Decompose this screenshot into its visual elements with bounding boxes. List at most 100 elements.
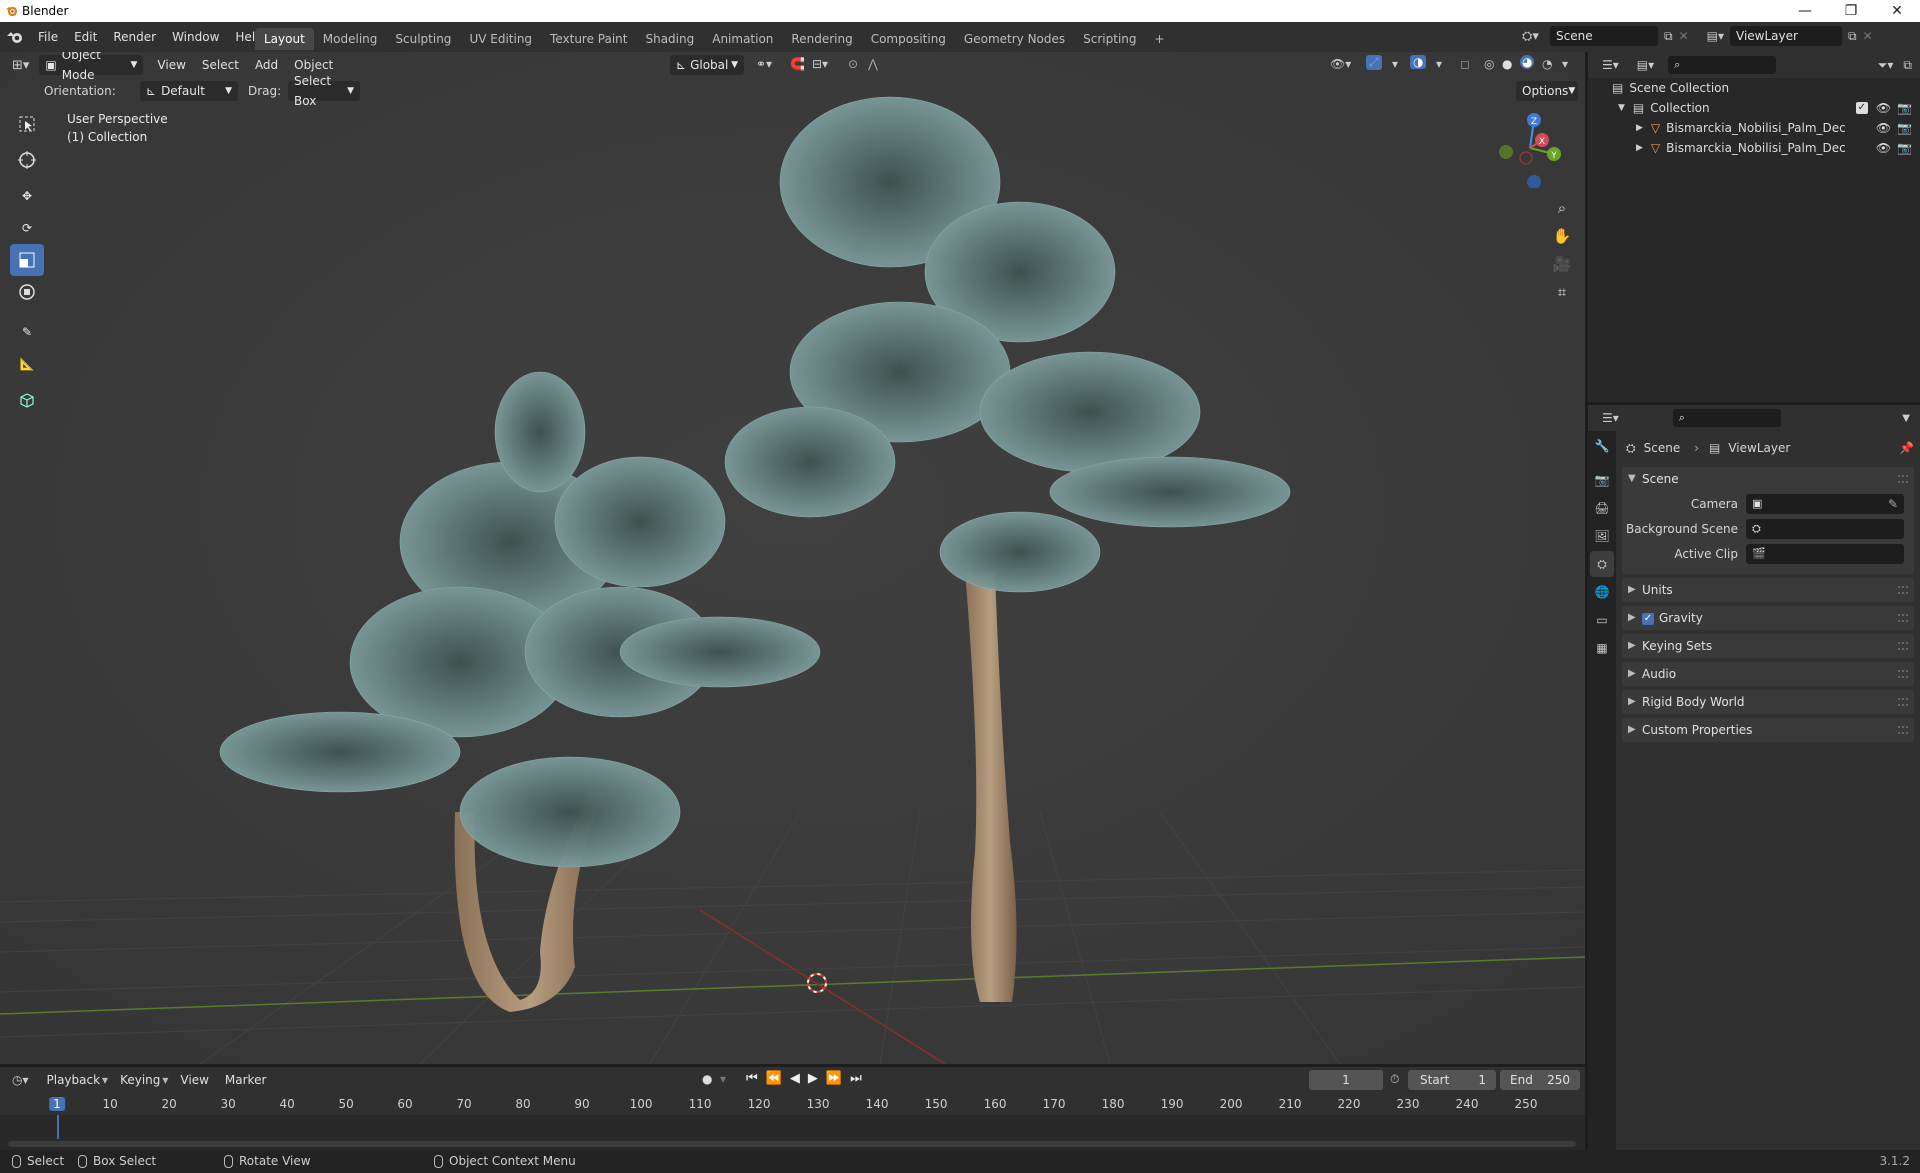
view-layer-tab-icon[interactable]: 🖼 bbox=[1590, 523, 1614, 549]
minimize-button[interactable]: — bbox=[1782, 0, 1828, 22]
visibility-eye-icon[interactable]: 👁 bbox=[1876, 98, 1891, 118]
3d-viewport[interactable]: ⊞▾ ▣ Object Mode ▼ View Select Add Object ⊾… bbox=[0, 52, 1585, 1064]
properties-search-input[interactable]: ⌕ bbox=[1672, 409, 1781, 427]
tab-geometry-nodes[interactable]: Geometry Nodes bbox=[955, 28, 1074, 50]
cursor-tool-icon[interactable] bbox=[10, 144, 44, 176]
gravity-checkbox[interactable]: ✓ bbox=[1642, 612, 1654, 625]
blender-menu-icon[interactable] bbox=[6, 30, 24, 44]
scene-tab-icon[interactable]: ⛭ bbox=[1590, 551, 1614, 577]
expand-arrow-icon[interactable]: ▶ bbox=[1636, 138, 1643, 158]
annotate-tool-icon[interactable]: ✎ bbox=[10, 316, 44, 348]
play-icon[interactable]: ▶ bbox=[808, 1071, 818, 1086]
next-keyframe-icon[interactable]: ⏩ bbox=[826, 1071, 842, 1086]
menu-render[interactable]: Render bbox=[105, 26, 164, 48]
overlay-toggle-icon[interactable]: ◑ bbox=[1410, 55, 1427, 69]
shading-dropdown-icon[interactable]: ▾ bbox=[1562, 57, 1568, 71]
gizmo-dropdown-icon[interactable]: ▾ bbox=[1392, 57, 1398, 71]
world-tab-icon[interactable]: 🌐 bbox=[1590, 579, 1614, 605]
active-clip-field[interactable]: 🎬 bbox=[1746, 543, 1904, 564]
tab-rendering[interactable]: Rendering bbox=[782, 28, 861, 50]
restore-button[interactable]: ❐ bbox=[1828, 0, 1874, 22]
orientation-dropdown[interactable]: ⊾ Default ▼ bbox=[140, 81, 238, 101]
visibility-icon[interactable]: 👁▾ bbox=[1330, 57, 1351, 71]
tab-shading[interactable]: Shading bbox=[636, 28, 703, 50]
editor-type-icon[interactable]: ⊞▾ bbox=[12, 58, 29, 73]
panel-gravity[interactable]: ▶ ✓ Gravity bbox=[1622, 606, 1914, 630]
drag-grip-icon[interactable] bbox=[1898, 642, 1908, 650]
panel-keying-sets[interactable]: ▶ Keying Sets bbox=[1622, 634, 1914, 658]
properties-editor-type-icon[interactable]: ☰▾ bbox=[1602, 411, 1619, 425]
pin-icon[interactable]: 📌 bbox=[1899, 441, 1914, 455]
snap-target-icon[interactable]: ⊟▾ bbox=[812, 57, 828, 71]
drag-grip-icon[interactable] bbox=[1898, 670, 1908, 678]
select-box-tool-icon[interactable] bbox=[10, 108, 44, 140]
drag-grip-icon[interactable] bbox=[1898, 586, 1908, 594]
material-shading-icon[interactable]: ◕ bbox=[1520, 55, 1535, 69]
tool-tab-icon[interactable]: 🔧 bbox=[1590, 433, 1614, 459]
timeline-scrollbar[interactable] bbox=[8, 1141, 1576, 1147]
exclude-checkbox[interactable]: ✓ bbox=[1855, 102, 1868, 114]
move-tool-icon[interactable]: ✥ bbox=[10, 180, 44, 212]
visibility-eye-icon[interactable]: 👁 bbox=[1876, 118, 1891, 138]
tab-sculpting[interactable]: Sculpting bbox=[386, 28, 460, 50]
drag-grip-icon[interactable] bbox=[1898, 614, 1908, 622]
drag-dropdown[interactable]: Select Box ▼ bbox=[288, 74, 360, 108]
tab-compositing[interactable]: Compositing bbox=[862, 28, 955, 50]
drag-grip-icon[interactable] bbox=[1898, 698, 1908, 706]
display-mode-icon[interactable]: ▤▾ bbox=[1637, 58, 1654, 72]
visibility-eye-icon[interactable]: 👁 bbox=[1876, 138, 1891, 158]
outliner-editor-type-icon[interactable]: ☰▾ bbox=[1602, 58, 1619, 72]
filter-icon[interactable]: ⏷▾ bbox=[1878, 58, 1894, 73]
timeline-menu-marker[interactable]: Marker bbox=[217, 1069, 274, 1091]
render-camera-icon[interactable]: 📷 bbox=[1897, 118, 1912, 138]
view-layer-field[interactable]: ViewLayer bbox=[1730, 26, 1843, 46]
scene-name-field[interactable]: Scene bbox=[1550, 26, 1658, 46]
texture-tab-icon[interactable]: ▦ bbox=[1590, 635, 1614, 661]
viewlayer-selector-icon[interactable]: ▤▾ bbox=[1707, 29, 1724, 43]
zoom-icon[interactable]: ⌕ bbox=[1548, 194, 1576, 222]
delete-view-layer-icon[interactable]: ✕ bbox=[1863, 29, 1873, 43]
tab-scripting[interactable]: Scripting bbox=[1074, 28, 1145, 50]
tab-uv-editing[interactable]: UV Editing bbox=[460, 28, 541, 50]
transform-tool-icon[interactable] bbox=[10, 276, 44, 308]
tab-layout[interactable]: Layout bbox=[255, 28, 314, 50]
play-reverse-icon[interactable]: ◀ bbox=[790, 1071, 800, 1086]
add-workspace-icon[interactable]: + bbox=[1146, 28, 1174, 50]
panel-audio[interactable]: ▶ Audio bbox=[1622, 662, 1914, 686]
timeline-editor-type-icon[interactable]: ◷▾ bbox=[12, 1073, 29, 1087]
measure-tool-icon[interactable]: 📐 bbox=[10, 348, 44, 380]
tab-animation[interactable]: Animation bbox=[703, 28, 782, 50]
panel-units[interactable]: ▶ Units bbox=[1622, 578, 1914, 602]
output-tab-icon[interactable]: 🖨 bbox=[1590, 495, 1614, 521]
viewport-scene[interactable] bbox=[0, 52, 1585, 1064]
new-collection-icon[interactable]: ⧉ bbox=[1903, 58, 1912, 73]
render-camera-icon[interactable]: 📷 bbox=[1897, 138, 1912, 158]
falloff-icon[interactable]: ⋀ bbox=[868, 57, 878, 71]
end-frame-field[interactable]: End 250 bbox=[1500, 1070, 1580, 1090]
panel-rigid-body-world[interactable]: ▶ Rigid Body World bbox=[1622, 690, 1914, 714]
properties-options-chevron-icon[interactable]: ▼ bbox=[1902, 413, 1910, 424]
ortho-grid-icon[interactable]: ⌗ bbox=[1548, 278, 1576, 306]
frame-ruler[interactable]: 1 10 20 30 40 50 60 70 80 90 100 110 120 130 140 150 160… bbox=[0, 1093, 1585, 1115]
eyedropper-icon[interactable]: ✎ bbox=[1888, 494, 1898, 514]
camera-field[interactable]: ▣ ✎ bbox=[1746, 493, 1904, 514]
gizmo-toggle-icon[interactable]: ⤢ bbox=[1366, 55, 1382, 70]
expand-arrow-icon[interactable]: ▶ bbox=[1636, 118, 1643, 138]
start-frame-field[interactable]: Start 1 bbox=[1408, 1070, 1496, 1090]
jump-end-icon[interactable]: ⏭ bbox=[850, 1071, 862, 1086]
navigation-gizmo[interactable]: Z X Y bbox=[1486, 108, 1566, 189]
menu-window[interactable]: Window bbox=[164, 26, 227, 48]
render-camera-icon[interactable]: 📷 bbox=[1897, 98, 1912, 118]
auto-keying-record-icon[interactable]: ● bbox=[702, 1072, 712, 1086]
viewport-menu-add[interactable]: Add bbox=[247, 54, 286, 76]
pivot-point-icon[interactable]: ⚭▾ bbox=[756, 57, 772, 71]
rotate-tool-icon[interactable]: ⟳ bbox=[10, 212, 44, 244]
options-dropdown[interactable]: Options ▼ bbox=[1516, 81, 1578, 101]
snap-icon[interactable]: 🧲 bbox=[790, 57, 805, 71]
camera-view-icon[interactable]: 🎥 bbox=[1548, 250, 1576, 278]
menu-edit[interactable]: Edit bbox=[66, 26, 105, 48]
scale-tool-icon[interactable] bbox=[10, 244, 44, 276]
outliner-row-collection[interactable]: ▼ ▤ Collection ✓ 👁 📷 bbox=[1588, 98, 1920, 118]
collection-tab-icon[interactable]: ▭ bbox=[1590, 607, 1614, 633]
transform-orientation-dropdown[interactable]: ⊾ Global ▼ bbox=[670, 55, 744, 75]
